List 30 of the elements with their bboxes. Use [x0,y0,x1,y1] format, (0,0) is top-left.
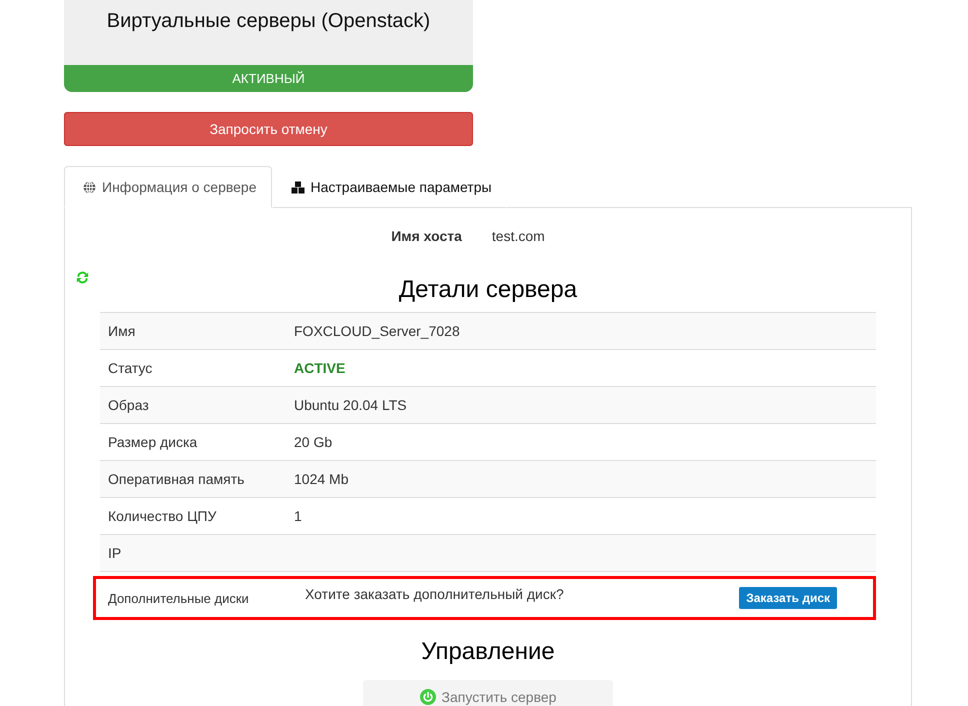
table-cell-text: Хотите заказать дополнительный диск? [305,586,565,602]
table-cell-text: Статус [107,360,154,376]
table-cell-text: Образ [107,397,150,413]
service-title: Виртуальные серверы (Openstack) [106,9,432,34]
status-bar: АКТИВНЫЙ [64,65,473,92]
table-cell-text: Имя [107,323,136,339]
table-cell: 20 Gb [294,434,332,450]
hostname-label: Имя хоста [391,228,462,244]
table-cell-text: Размер диска [107,434,198,450]
table-cell: FOXCLOUD_Server_7028 [294,323,460,339]
status-value: ACTIVE [294,360,346,376]
order-disk-button[interactable]: Заказать диск [739,587,837,609]
table-cell-text: Дополнительные диски [107,590,250,606]
start-server-button[interactable]: Запустить сервер [363,680,613,706]
cancel-request-button[interactable]: Запросить отмену [64,112,473,146]
tab[interactable]: Информация о сервере [64,166,272,208]
tab[interactable]: Настраиваемые параметры [272,166,507,208]
table-cell: Ubuntu 20.04 LTS [294,397,407,413]
globe-icon [83,180,96,194]
table-cell: 1 [294,508,302,524]
table-cell-text: Количество ЦПУ [107,508,218,524]
cubes-icon [290,180,304,194]
table-cell-text: IP [107,545,122,561]
section-title: Детали сервера [398,276,578,304]
section-title: Управление [420,638,556,666]
hostname-value: test.com [492,228,545,244]
table-cell-text: Оперативная память [107,471,246,487]
power-icon [420,689,436,705]
refresh-icon[interactable] [75,270,90,285]
table-cell: 1024 Mb [294,471,348,487]
